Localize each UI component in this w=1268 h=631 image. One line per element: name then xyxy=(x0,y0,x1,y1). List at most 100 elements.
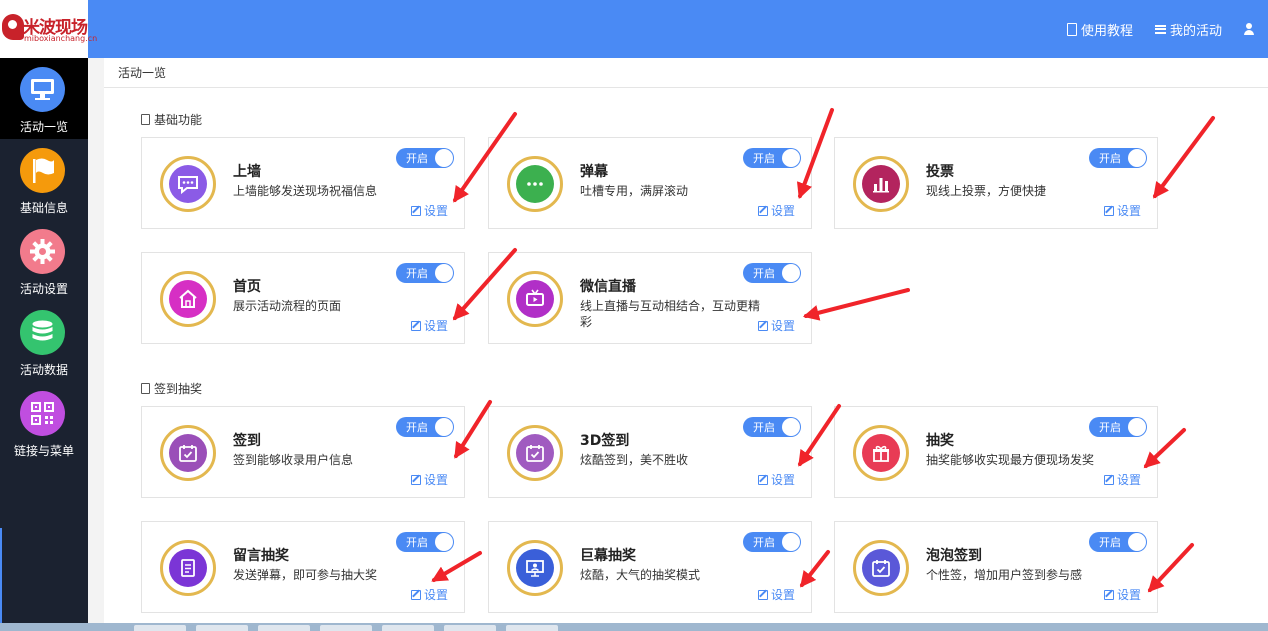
tutorial-link[interactable]: 使用教程 xyxy=(1066,20,1133,39)
sidebar-item-basic-info[interactable]: 基础信息 xyxy=(0,139,88,220)
card-description: 炫酷，大气的抽奖模式 xyxy=(580,568,701,582)
card-icon-ring xyxy=(507,425,563,481)
document-icon xyxy=(141,114,150,125)
logo-mark-icon xyxy=(2,14,24,40)
enable-toggle[interactable]: 开启 xyxy=(396,148,454,168)
feature-card-wechat-live: 微信直播 线上直播与互动相结合，互动更精彩 开启 设置 xyxy=(488,252,812,344)
document-icon xyxy=(169,549,207,587)
card-description: 抽奖能够收实现最方便现场发奖 xyxy=(926,453,1095,467)
sidebar-item-settings[interactable]: 活动设置 xyxy=(0,220,88,301)
feature-card-bubble-checkin: 泡泡签到 个性签，增加用户签到参与感 开启 设置 xyxy=(834,521,1158,613)
user-icon xyxy=(1244,23,1254,35)
settings-link[interactable]: 设置 xyxy=(1103,202,1141,219)
card-title: 留言抽奖 xyxy=(233,548,289,564)
card-icon-ring xyxy=(507,156,563,212)
card-icon-ring xyxy=(160,156,216,212)
enable-toggle[interactable]: 开启 xyxy=(743,532,801,552)
card-description: 炫酷签到，美不胜收 xyxy=(580,453,689,467)
enable-toggle[interactable]: 开启 xyxy=(1089,532,1147,552)
document-icon xyxy=(141,383,150,394)
taskbar-button[interactable] xyxy=(320,625,372,631)
toggle-label: 开启 xyxy=(1099,421,1121,434)
card-title: 泡泡签到 xyxy=(926,548,982,564)
scroll-indicator xyxy=(0,528,2,628)
enable-toggle[interactable]: 开启 xyxy=(743,263,801,283)
taskbar-button[interactable] xyxy=(382,625,434,631)
feature-card-message-lottery: 留言抽奖 发送弹幕，即可参与抽大奖 开启 设置 xyxy=(141,521,465,613)
tv-icon xyxy=(516,280,554,318)
settings-link[interactable]: 设置 xyxy=(1103,586,1141,603)
tutorial-label: 使用教程 xyxy=(1080,23,1133,39)
card-icon-ring xyxy=(160,271,216,327)
settings-link[interactable]: 设置 xyxy=(410,202,448,219)
feature-card-wall: 上墙 上墙能够发送现场祝福信息 开启 设置 xyxy=(141,137,465,229)
toggle-knob xyxy=(782,533,800,551)
enable-toggle[interactable]: 开启 xyxy=(396,532,454,552)
edit-icon xyxy=(1103,205,1114,216)
logo[interactable]: 米波现场 miboxianchang.cn xyxy=(0,0,97,58)
settings-label: 设置 xyxy=(770,473,795,487)
edit-icon xyxy=(410,320,421,331)
sidebar-item-label: 链接与菜单 xyxy=(13,444,74,458)
card-title: 巨幕抽奖 xyxy=(580,548,636,564)
enable-toggle[interactable]: 开启 xyxy=(743,148,801,168)
card-icon-ring xyxy=(853,425,909,481)
taskbar-button[interactable] xyxy=(196,625,248,631)
database-icon xyxy=(20,310,65,355)
toggle-label: 开启 xyxy=(406,152,428,165)
edit-icon xyxy=(757,320,768,331)
sidebar-item-overview[interactable]: 活动一览 xyxy=(0,58,88,139)
calendar-check-icon xyxy=(862,549,900,587)
taskbar-button[interactable] xyxy=(444,625,496,631)
card-description: 现线上投票，方便快捷 xyxy=(926,184,1047,198)
top-links: 使用教程 我的活动 xyxy=(1066,0,1254,58)
enable-toggle[interactable]: 开启 xyxy=(743,417,801,437)
edit-icon xyxy=(1103,589,1114,600)
dots-icon xyxy=(516,165,554,203)
enable-toggle[interactable]: 开启 xyxy=(1089,148,1147,168)
section-title-checkin-lottery: 签到抽奖 xyxy=(141,380,202,397)
toggle-label: 开启 xyxy=(753,536,775,549)
settings-label: 设置 xyxy=(770,204,795,218)
toggle-knob xyxy=(1128,533,1146,551)
settings-link[interactable]: 设置 xyxy=(757,586,795,603)
toggle-label: 开启 xyxy=(753,267,775,280)
toggle-knob xyxy=(435,418,453,436)
toggle-knob xyxy=(782,418,800,436)
sidebar-item-data[interactable]: 活动数据 xyxy=(0,301,88,382)
toggle-knob xyxy=(782,264,800,282)
card-description: 签到能够收录用户信息 xyxy=(233,453,354,467)
edit-icon xyxy=(410,205,421,216)
taskbar-button[interactable] xyxy=(258,625,310,631)
sidebar-item-links-menu[interactable]: 链接与菜单 xyxy=(0,382,88,463)
taskbar-button[interactable] xyxy=(134,625,186,631)
main-panel: 活动一览 基础功能 上墙 上墙能够发送现场祝福信息 开启 设置 弹幕 吐槽专用，… xyxy=(104,58,1268,631)
card-icon-ring xyxy=(160,425,216,481)
toggle-label: 开启 xyxy=(1099,536,1121,549)
taskbar-button[interactable] xyxy=(506,625,558,631)
settings-label: 设置 xyxy=(423,473,448,487)
enable-toggle[interactable]: 开启 xyxy=(1089,417,1147,437)
section-title-basic: 基础功能 xyxy=(141,111,202,128)
my-activity-link[interactable]: 我的活动 xyxy=(1154,20,1222,39)
enable-toggle[interactable]: 开启 xyxy=(396,417,454,437)
settings-link[interactable]: 设置 xyxy=(757,471,795,488)
settings-link[interactable]: 设置 xyxy=(1103,471,1141,488)
settings-link[interactable]: 设置 xyxy=(410,586,448,603)
card-description: 上墙能够发送现场祝福信息 xyxy=(233,184,378,198)
enable-toggle[interactable]: 开启 xyxy=(396,263,454,283)
home-icon xyxy=(169,280,207,318)
edit-icon xyxy=(1103,474,1114,485)
list-icon xyxy=(1154,24,1166,34)
presentation-icon xyxy=(516,549,554,587)
toggle-label: 开启 xyxy=(753,421,775,434)
settings-link[interactable]: 设置 xyxy=(410,317,448,334)
user-menu[interactable] xyxy=(1244,23,1254,35)
settings-link[interactable]: 设置 xyxy=(757,317,795,334)
settings-label: 设置 xyxy=(423,204,448,218)
settings-link[interactable]: 设置 xyxy=(410,471,448,488)
card-description: 吐槽专用，满屏滚动 xyxy=(580,184,689,198)
feature-card-danmaku: 弹幕 吐槽专用，满屏滚动 开启 设置 xyxy=(488,137,812,229)
toggle-label: 开启 xyxy=(1099,152,1121,165)
settings-link[interactable]: 设置 xyxy=(757,202,795,219)
